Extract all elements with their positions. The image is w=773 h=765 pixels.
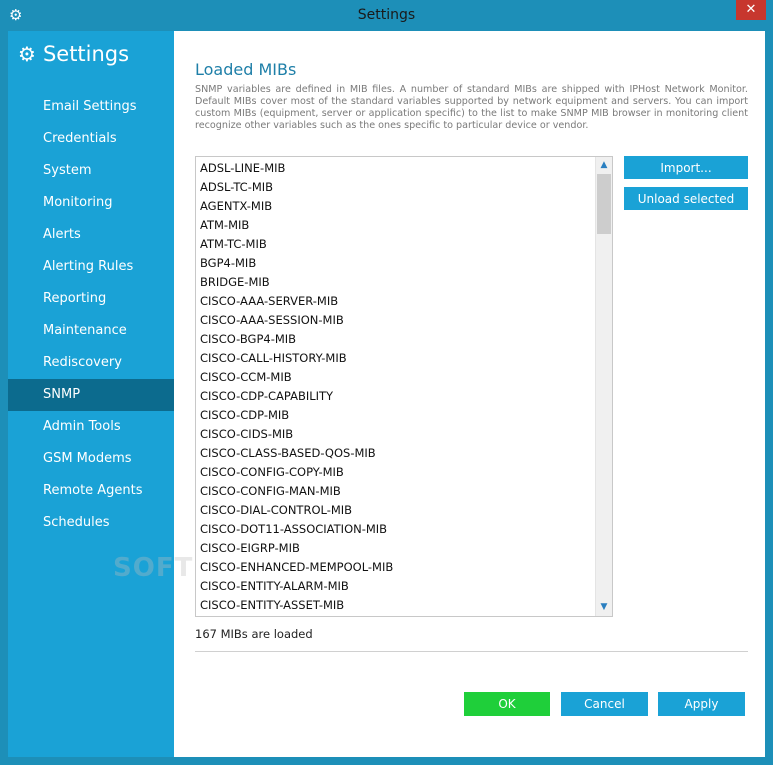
list-item[interactable]: CISCO-CIDS-MIB bbox=[196, 425, 594, 444]
list-item[interactable]: BRIDGE-MIB bbox=[196, 273, 594, 292]
gear-icon: ⚙ bbox=[18, 42, 36, 66]
title-bar: ⚙ Settings ✕ bbox=[0, 0, 773, 31]
sidebar-title: Settings bbox=[42, 42, 130, 66]
list-item[interactable]: CISCO-EIGRP-MIB bbox=[196, 539, 594, 558]
unload-selected-button[interactable]: Unload selected bbox=[624, 187, 748, 210]
mib-list: ADSL-LINE-MIB ADSL-TC-MIB AGENTX-MIB ATM-MI… bbox=[196, 159, 594, 615]
sidebar-item-admin-tools[interactable]: Admin Tools bbox=[8, 411, 174, 443]
list-item[interactable]: CISCO-ENTITY-ALARM-MIB bbox=[196, 577, 594, 596]
sidebar-item-rediscovery[interactable]: Rediscovery bbox=[8, 347, 174, 379]
list-item[interactable]: CISCO-CALL-HISTORY-MIB bbox=[196, 349, 594, 368]
sidebar: ⚙ Settings Email Settings Credentials Syst… bbox=[8, 31, 174, 757]
list-item[interactable]: ATM-TC-MIB bbox=[196, 235, 594, 254]
sidebar-item-maintenance[interactable]: Maintenance bbox=[8, 315, 174, 347]
list-item[interactable]: AGENTX-MIB bbox=[196, 197, 594, 216]
list-item[interactable]: CISCO-DOT11-ASSOCIATION-MIB bbox=[196, 520, 594, 539]
sidebar-item-credentials[interactable]: Credentials bbox=[8, 123, 174, 155]
window-title: Settings bbox=[357, 7, 416, 23]
sidebar-item-remote-agents[interactable]: Remote Agents bbox=[8, 475, 174, 507]
list-item[interactable]: ADSL-TC-MIB bbox=[196, 178, 594, 197]
ok-button[interactable]: OK bbox=[464, 692, 550, 716]
sidebar-item-system[interactable]: System bbox=[8, 155, 174, 187]
mib-count-status: 167 MIBs are loaded bbox=[195, 627, 313, 641]
list-item[interactable]: CISCO-BGP4-MIB bbox=[196, 330, 594, 349]
list-item[interactable]: ATM-MIB bbox=[196, 216, 594, 235]
list-item[interactable]: CISCO-CCM-MIB bbox=[196, 368, 594, 387]
section-description: SNMP variables are defined in MIB files.… bbox=[195, 84, 748, 131]
scroll-down-icon[interactable]: ▼ bbox=[596, 599, 612, 616]
divider bbox=[195, 651, 748, 652]
list-item[interactable]: CISCO-ENHANCED-MEMPOOL-MIB bbox=[196, 558, 594, 577]
sidebar-item-monitoring[interactable]: Monitoring bbox=[8, 187, 174, 219]
list-item[interactable]: CISCO-ENTITY-ASSET-MIB bbox=[196, 596, 594, 615]
sidebar-item-snmp[interactable]: SNMP bbox=[8, 379, 174, 411]
list-item[interactable]: CISCO-CLASS-BASED-QOS-MIB bbox=[196, 444, 594, 463]
scroll-up-icon[interactable]: ▲ bbox=[596, 157, 612, 174]
list-item[interactable]: CISCO-CONFIG-COPY-MIB bbox=[196, 463, 594, 482]
main-content: Loaded MIBs SNMP variables are defined i… bbox=[174, 31, 765, 757]
list-item[interactable]: CISCO-CDP-MIB bbox=[196, 406, 594, 425]
sidebar-item-alerting-rules[interactable]: Alerting Rules bbox=[8, 251, 174, 283]
apply-button[interactable]: Apply bbox=[658, 692, 745, 716]
scroll-thumb[interactable] bbox=[597, 174, 611, 234]
vertical-scrollbar[interactable]: ▲ ▼ bbox=[595, 157, 612, 616]
list-item[interactable]: CISCO-AAA-SERVER-MIB bbox=[196, 292, 594, 311]
list-item[interactable]: BGP4-MIB bbox=[196, 254, 594, 273]
list-item[interactable]: ADSL-LINE-MIB bbox=[196, 159, 594, 178]
sidebar-nav: Email Settings Credentials System Monitorin… bbox=[8, 91, 174, 539]
sidebar-item-alerts[interactable]: Alerts bbox=[8, 219, 174, 251]
list-item[interactable]: CISCO-AAA-SESSION-MIB bbox=[196, 311, 594, 330]
section-title: Loaded MIBs bbox=[195, 60, 297, 79]
close-button[interactable]: ✕ bbox=[736, 0, 766, 20]
settings-window: ⚙ Settings ✕ ⚙ Settings Email Settings Cr… bbox=[0, 0, 773, 765]
sidebar-header: ⚙ Settings bbox=[18, 39, 129, 69]
list-item[interactable]: CISCO-DIAL-CONTROL-MIB bbox=[196, 501, 594, 520]
sidebar-item-schedules[interactable]: Schedules bbox=[8, 507, 174, 539]
mib-listbox[interactable]: ADSL-LINE-MIB ADSL-TC-MIB AGENTX-MIB ATM-MI… bbox=[195, 156, 613, 617]
list-item[interactable]: CISCO-CDP-CAPABILITY bbox=[196, 387, 594, 406]
import-button[interactable]: Import... bbox=[624, 156, 748, 179]
cancel-button[interactable]: Cancel bbox=[561, 692, 648, 716]
list-item[interactable]: CISCO-CONFIG-MAN-MIB bbox=[196, 482, 594, 501]
sidebar-item-email-settings[interactable]: Email Settings bbox=[8, 91, 174, 123]
sidebar-item-gsm-modems[interactable]: GSM Modems bbox=[8, 443, 174, 475]
sidebar-item-reporting[interactable]: Reporting bbox=[8, 283, 174, 315]
